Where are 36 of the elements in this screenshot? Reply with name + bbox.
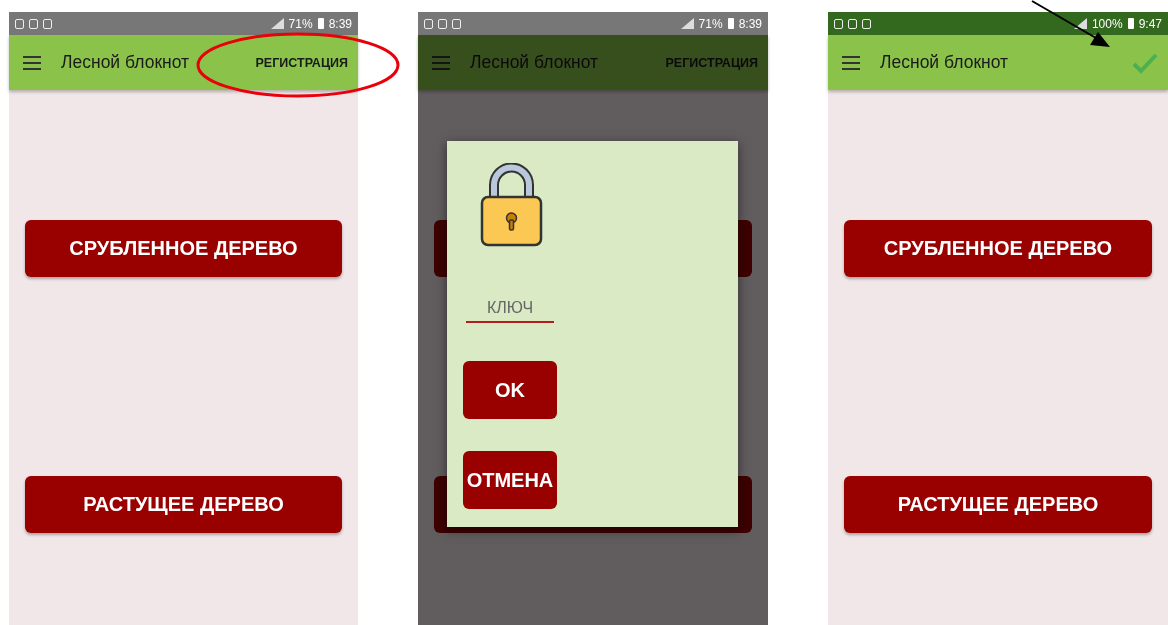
- signal-icon: [680, 18, 694, 29]
- notification-icon: [43, 18, 52, 29]
- check-icon[interactable]: [1132, 51, 1158, 74]
- clock: 8:39: [328, 16, 352, 31]
- battery-level: 71%: [288, 16, 313, 31]
- menu-button[interactable]: СРУБЛЕННОЕ ДЕРЕВО: [844, 220, 1152, 277]
- menu-icon[interactable]: [23, 55, 41, 70]
- notification-icon: [424, 18, 433, 29]
- key-field[interactable]: КЛЮЧ: [466, 297, 554, 323]
- notification-icon: [848, 18, 857, 29]
- signal-icon: [1073, 18, 1087, 29]
- notification-icon: [452, 18, 461, 29]
- notification-icon: [862, 18, 871, 29]
- app-title: Лесной блокнот: [470, 52, 600, 73]
- clock: 9:47: [1138, 16, 1162, 31]
- menu-button[interactable]: РАСТУЩЕЕ ДЕРЕВО: [844, 476, 1152, 533]
- battery-icon: [727, 18, 734, 29]
- battery-icon: [1127, 18, 1134, 29]
- notification-icon: [834, 18, 843, 29]
- battery-icon: [317, 18, 324, 29]
- dialog-button[interactable]: ОТМЕНА: [463, 451, 557, 509]
- battery-level: 100%: [1091, 16, 1123, 31]
- dialog-button[interactable]: OK: [463, 361, 557, 419]
- menu-button[interactable]: РАСТУЩЕЕ ДЕРЕВО: [25, 476, 342, 533]
- notification-icon: [438, 18, 447, 29]
- menu-button[interactable]: СРУБЛЕННОЕ ДЕРЕВО: [25, 220, 342, 277]
- app-title: Лесной блокнот: [61, 52, 191, 73]
- clock: 8:39: [738, 16, 762, 31]
- menu-icon[interactable]: [842, 55, 860, 70]
- app-title: Лесной блокнот: [880, 52, 1010, 73]
- padlock-icon: [480, 163, 543, 247]
- notification-icon: [29, 18, 38, 29]
- register-button[interactable]: РЕГИСТРАЦИЯ: [255, 51, 348, 74]
- battery-level: 71%: [698, 16, 723, 31]
- notification-icon: [15, 18, 24, 29]
- signal-icon: [270, 18, 284, 29]
